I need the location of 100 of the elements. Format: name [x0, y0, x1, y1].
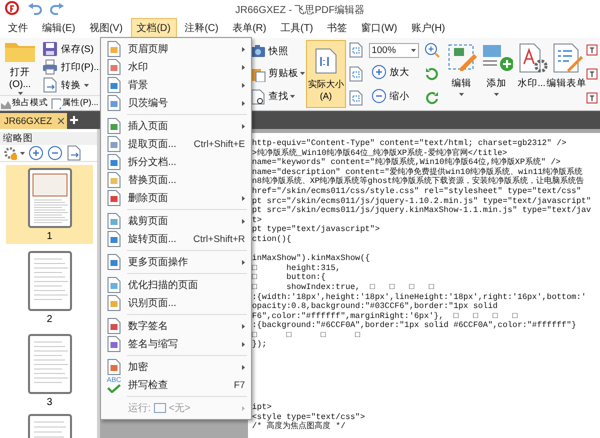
window-icon [154, 403, 166, 413]
menu-item[interactable]: 贝茨编号 [101, 94, 251, 112]
page-icon [105, 189, 123, 207]
page-icon [105, 153, 123, 171]
rotate-left-icon [424, 66, 440, 82]
minus-circle-icon [370, 88, 387, 104]
menu-item[interactable]: 删除页面 [101, 189, 251, 207]
page-icon [105, 358, 123, 376]
printer-icon [42, 59, 58, 75]
menu-item[interactable]: 工具(T) [274, 18, 320, 38]
toolbar-button[interactable]: 缩小 [368, 87, 420, 106]
menu-item[interactable]: 提取页面... Ctrl+Shift+E [101, 135, 251, 153]
code-line: pt src="/skin/ecms011/js/jquery-1.10.2.min.js" type="text/javascript" [252, 196, 592, 206]
menu-item[interactable]: 插入页面 [101, 117, 251, 135]
page-icon [105, 230, 123, 248]
menu-item[interactable]: 书签 [321, 18, 354, 38]
menu-item[interactable]: 识别页面... [101, 294, 251, 312]
code-line: □ showIndex:true, □ □ □ □ [252, 282, 435, 292]
close-icon[interactable] [58, 118, 64, 124]
menu-item[interactable]: 更多页面操作 [101, 253, 251, 271]
page-icon [105, 58, 123, 76]
code-line: pt src="/skin/ecms011/js/jquery.kinMaxShow-1.1.min.js" type="text/jav [252, 206, 592, 216]
menu-value: <无> [168, 402, 190, 415]
code-line: opacity:0.8,background:"#03CCF6",border:"1px solid [252, 302, 499, 312]
caret-icon [18, 92, 22, 95]
menu-item[interactable]: 拆分文档... [101, 153, 251, 171]
zoom-in-icon [28, 145, 44, 161]
plus-circle-icon [370, 64, 387, 80]
page-icon [105, 317, 123, 335]
code-line: >纯净版系统_Win10纯净版64位_纯净版XP系统-爱纯净官网</title> [252, 148, 508, 158]
menu-item[interactable]: 签名与缩写 [101, 335, 251, 353]
menu-item[interactable]: 表单(R) [226, 18, 272, 38]
menu-item[interactable]: 加密 [101, 358, 251, 376]
menu-item[interactable]: 注释(C) [178, 18, 224, 38]
window-title: JR66GXEZ - 飞思PDF编辑器 [235, 5, 365, 16]
one-to-one-page-icon [314, 48, 338, 74]
page-icon [105, 212, 123, 230]
menu-item[interactable]: 窗口(W) [355, 18, 404, 38]
zoom-out-icon [47, 145, 63, 161]
page-thumbnail [28, 168, 72, 228]
menu-item[interactable]: 裁剪页面 [101, 212, 251, 230]
page-thumbnail [28, 334, 72, 394]
toolbar-button[interactable]: 独占模式 [0, 97, 48, 109]
page-icon [42, 77, 58, 93]
toolbar-button[interactable]: 查找 [250, 88, 306, 105]
zoom-in-icon [424, 42, 440, 58]
page-icon [105, 253, 123, 271]
menu-item[interactable]: 视图(V) [83, 18, 129, 38]
rotate-page-icon [66, 145, 82, 161]
menu-item[interactable]: 文件 [2, 18, 34, 38]
code-line: t> [252, 216, 263, 226]
page-icon [105, 94, 123, 112]
menu-item[interactable]: 替换页面... [101, 171, 251, 189]
actual-size-button[interactable]: 实际大小(A) [306, 40, 346, 108]
shortcut-label: Ctrl+Shift+R [193, 234, 245, 244]
toolbar-button[interactable]: 转换 [40, 76, 104, 94]
code-line: http-equiv="Content-Type" content="text/html; charset=gb2312" /> [252, 139, 568, 148]
toolbar-button[interactable]: 编辑 [444, 38, 480, 110]
open-button[interactable]: 打开(O)... [0, 38, 40, 95]
thumbnail-item[interactable]: 1 [6, 165, 93, 244]
toolbar-button[interactable]: 放大 [368, 63, 420, 82]
page-icon [105, 135, 123, 153]
page-icon [105, 276, 123, 294]
fit-page-icon [348, 66, 364, 82]
toolbar-button[interactable]: 添加 [479, 38, 514, 110]
page-thumbnail [28, 251, 72, 311]
menu-item[interactable]: 背景 [101, 76, 251, 94]
add-content-icon [480, 42, 513, 74]
menu-item[interactable]: 旋转页面... Ctrl+Shift+R [101, 230, 251, 248]
code-line: inMaxShow").kinMaxShow({ [252, 254, 371, 264]
shortcut-label: Ctrl+Shift+E [194, 138, 245, 150]
redo-icon[interactable] [50, 3, 64, 15]
new-tab-icon[interactable] [70, 116, 78, 124]
fit-page-icon [348, 42, 364, 58]
page-number: 3 [46, 397, 52, 408]
toolbar-button[interactable]: 属性(P)... [50, 97, 98, 109]
menu-item[interactable]: 账户(H) [405, 18, 452, 38]
undo-icon[interactable] [28, 3, 42, 15]
menu-item[interactable]: 页眉页脚 [101, 40, 251, 58]
code-line: n8纯净版系统、XP纯净版系统等ghost纯净版系统下载资源，安装纯净版系统，让电脑系统告 [252, 177, 586, 187]
code-line: :{width:'18px',height:'18px',lineHeight:'18px',right:'16px',bottom:' [252, 292, 588, 302]
fit-page-icon [348, 90, 364, 106]
toolbar-button[interactable]: 编辑表单 [549, 38, 584, 110]
code-line: :{background:"#6CCF0A",border:"1px solid #6CCF0A",color:"#ffffff"} [252, 321, 578, 331]
page-icon [105, 335, 123, 353]
menu-item[interactable]: 文档(D) [130, 18, 177, 38]
code-line: □ button:{ [252, 273, 327, 283]
code-line: F6",color:"#ffffff",marginRight:'6px'}, □ □ □ □ [252, 312, 518, 321]
menu-item[interactable]: 数字签名 [101, 317, 251, 335]
zoom-field[interactable]: 100% [368, 42, 419, 58]
rotate-right-icon [424, 90, 440, 106]
code-line: <style type="text/css"> [252, 412, 366, 422]
code-line: name="description" content="爱纯净免费提供win10纯净版系统、win11纯净版系统 [252, 168, 583, 177]
caret-icon [20, 152, 25, 154]
thumbnail-item[interactable]: 3 [6, 331, 93, 410]
thumbnail-item[interactable]: 2 [6, 248, 93, 327]
document-tab[interactable]: JR66GXEZ [0, 113, 68, 129]
menu-item[interactable]: 优化扫描的页面 [101, 276, 251, 294]
menu-item[interactable]: 水印 [101, 58, 251, 76]
menu-item[interactable]: 编辑(E) [36, 18, 82, 38]
